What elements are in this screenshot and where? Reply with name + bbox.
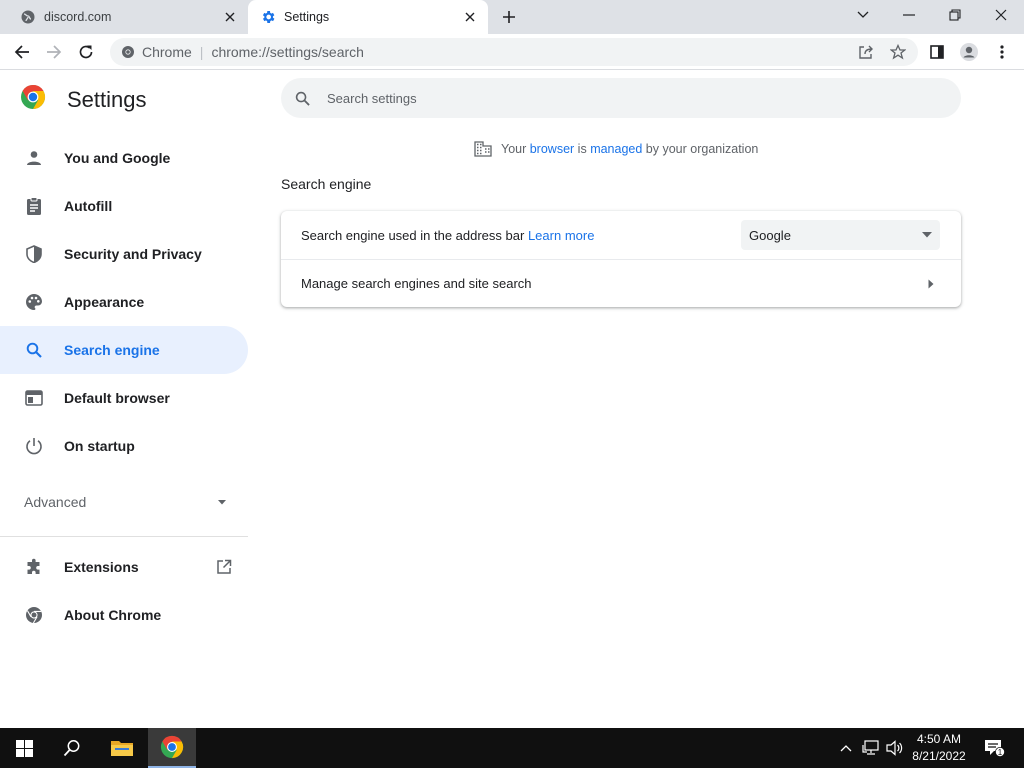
person-icon bbox=[24, 148, 44, 168]
chrome-site-icon bbox=[120, 44, 136, 60]
search-input[interactable] bbox=[325, 89, 929, 107]
page-title: Settings bbox=[67, 86, 147, 112]
minimize-icon[interactable] bbox=[886, 0, 932, 30]
notification-count: 1 bbox=[998, 748, 1003, 757]
sidebar-item-appearance[interactable]: Appearance bbox=[0, 278, 248, 326]
close-tab-icon[interactable] bbox=[220, 7, 240, 27]
system-clock[interactable]: 4:50 AM 8/21/2022 bbox=[904, 728, 974, 768]
browser-toolbar: Chrome | chrome://settings/search bbox=[0, 34, 1024, 70]
kebab-menu-icon[interactable] bbox=[988, 38, 1016, 66]
manage-search-engines-label: Manage search engines and site search bbox=[301, 276, 532, 291]
clock-time: 4:50 AM bbox=[916, 732, 962, 746]
back-icon[interactable] bbox=[8, 38, 36, 66]
manage-search-engines-row[interactable]: Manage search engines and site search bbox=[281, 259, 961, 307]
globe-icon bbox=[20, 9, 36, 25]
row-label: Search engine used in the address bar bbox=[301, 227, 525, 243]
sidebar-item-default-browser[interactable]: Default browser bbox=[0, 374, 248, 422]
windows-taskbar: 4:50 AM 8/21/2022 1 bbox=[0, 728, 1024, 768]
caret-down-icon bbox=[216, 499, 228, 505]
search-icon[interactable] bbox=[48, 728, 96, 768]
sidebar-item-about-chrome[interactable]: About Chrome bbox=[0, 591, 248, 639]
restore-icon[interactable] bbox=[932, 0, 978, 30]
sidebar-item-label: Security and Privacy bbox=[64, 246, 202, 262]
puzzle-icon bbox=[24, 557, 44, 577]
caret-down-icon bbox=[922, 232, 932, 238]
network-icon[interactable] bbox=[860, 728, 882, 768]
settings-header: Settings bbox=[20, 84, 147, 115]
sidebar-item-label: Appearance bbox=[64, 294, 145, 310]
taskbar-chrome-icon[interactable] bbox=[148, 728, 196, 768]
url-text: chrome://settings/search bbox=[211, 44, 364, 60]
gear-icon bbox=[260, 9, 276, 25]
clock-date: 8/21/2022 bbox=[912, 749, 966, 763]
building-icon bbox=[474, 140, 492, 158]
sidebar-divider bbox=[0, 536, 248, 537]
managed-notice: Your browser is managed by your organiza… bbox=[474, 140, 758, 158]
selected-value: Google bbox=[749, 227, 791, 243]
palette-icon bbox=[24, 292, 44, 312]
learn-more-link[interactable]: Learn more bbox=[528, 228, 594, 243]
windows-start-icon[interactable] bbox=[0, 728, 48, 768]
omnibox-separator: | bbox=[199, 44, 204, 60]
managed-text-middle: is bbox=[574, 142, 591, 156]
tab-discord[interactable]: discord.com bbox=[8, 0, 248, 34]
tab-search-chevron-icon[interactable] bbox=[840, 0, 886, 30]
sidebar-item-autofill[interactable]: Autofill bbox=[0, 182, 248, 230]
sidebar-item-label: Default browser bbox=[64, 390, 170, 406]
bookmark-star-icon[interactable] bbox=[888, 42, 908, 62]
sidebar-item-on-startup[interactable]: On startup bbox=[0, 422, 248, 470]
tab-settings[interactable]: Settings bbox=[248, 0, 488, 34]
managed-link[interactable]: managed bbox=[590, 142, 642, 156]
tab-title: Settings bbox=[284, 10, 330, 24]
advanced-toggle[interactable]: Advanced bbox=[0, 478, 248, 526]
chevron-up-icon[interactable] bbox=[836, 728, 856, 768]
power-icon bbox=[24, 436, 44, 456]
notification-center-icon[interactable]: 1 bbox=[978, 728, 1010, 768]
managed-text-suffix: by your organization bbox=[642, 142, 759, 156]
new-tab-icon[interactable] bbox=[498, 6, 520, 28]
sidebar-item-label: Search engine bbox=[64, 342, 160, 358]
reload-icon[interactable] bbox=[72, 38, 100, 66]
advanced-label: Advanced bbox=[24, 494, 87, 510]
sidebar-nav: You and Google Autofill Security and Pri… bbox=[0, 134, 248, 470]
close-window-icon[interactable] bbox=[978, 0, 1024, 30]
sidebar-item-you-and-google[interactable]: You and Google bbox=[0, 134, 248, 182]
chrome-logo-icon bbox=[20, 84, 46, 115]
search-engine-select[interactable]: Google bbox=[741, 220, 940, 250]
search-icon bbox=[24, 340, 44, 360]
sidebar-item-security-and-privacy[interactable]: Security and Privacy bbox=[0, 230, 248, 278]
settings-search[interactable] bbox=[281, 78, 961, 118]
browser-window-icon bbox=[24, 388, 44, 408]
tab-title: discord.com bbox=[44, 10, 112, 24]
managed-text-prefix: Your bbox=[501, 142, 530, 156]
file-explorer-icon[interactable] bbox=[98, 728, 146, 768]
clipboard-icon bbox=[24, 196, 44, 216]
search-icon bbox=[293, 89, 311, 107]
share-icon[interactable] bbox=[856, 42, 876, 62]
site-chip: Chrome bbox=[142, 44, 192, 60]
sidebar-item-label: On startup bbox=[64, 438, 135, 454]
search-engine-card: Search engine used in the address bar Le… bbox=[281, 211, 961, 307]
forward-icon[interactable] bbox=[40, 38, 68, 66]
close-tab-icon[interactable] bbox=[460, 7, 480, 27]
address-bar[interactable]: Chrome | chrome://settings/search bbox=[110, 38, 918, 66]
sidebar-item-label: Autofill bbox=[64, 198, 113, 214]
sidebar-nav-bottom: Extensions About Chrome bbox=[0, 543, 248, 639]
chrome-icon bbox=[24, 605, 44, 625]
volume-icon[interactable] bbox=[884, 728, 906, 768]
side-panel-icon[interactable] bbox=[923, 38, 951, 66]
browser-link[interactable]: browser bbox=[530, 142, 574, 156]
section-title: Search engine bbox=[281, 176, 372, 192]
sidebar-item-search-engine[interactable]: Search engine bbox=[0, 326, 248, 374]
shield-icon bbox=[24, 244, 44, 264]
search-engine-row: Search engine used in the address bar Le… bbox=[281, 211, 961, 259]
arrow-right-icon bbox=[927, 278, 935, 290]
sidebar-item-extensions[interactable]: Extensions bbox=[0, 543, 248, 591]
sidebar-item-label: You and Google bbox=[64, 150, 171, 166]
sidebar-item-label: About Chrome bbox=[64, 607, 162, 623]
tab-strip: discord.com Settings bbox=[0, 0, 1024, 34]
open-in-new-icon[interactable] bbox=[214, 557, 234, 577]
sidebar-item-label: Extensions bbox=[64, 559, 139, 575]
profile-avatar-icon[interactable] bbox=[955, 38, 983, 66]
